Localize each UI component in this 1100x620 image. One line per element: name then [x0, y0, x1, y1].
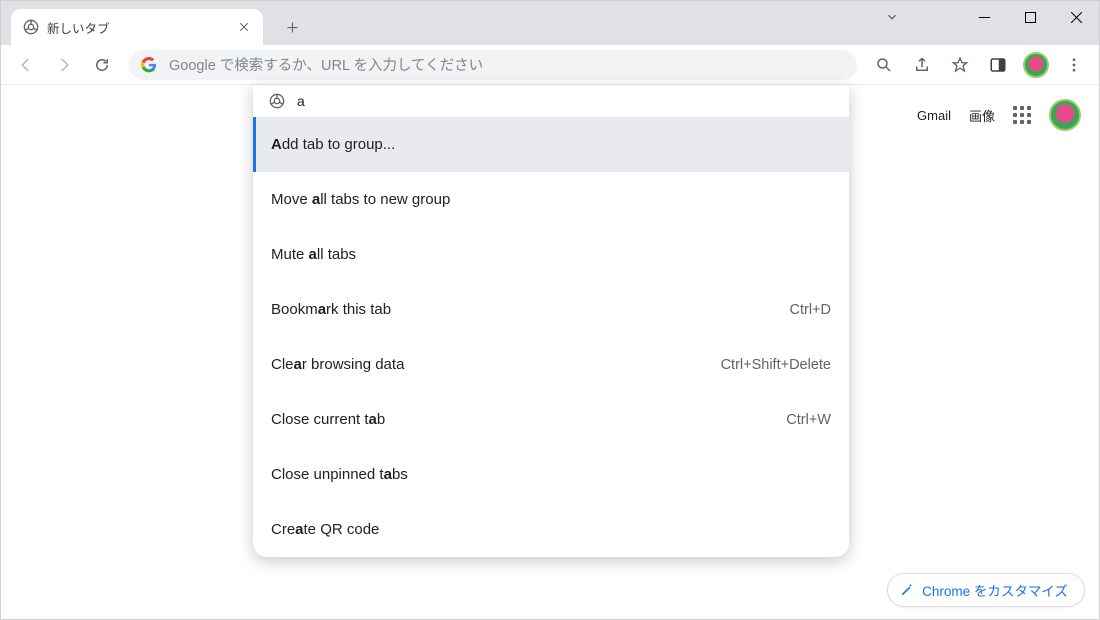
suggestion-item[interactable]: Mute all tabs: [253, 227, 849, 282]
chrome-small-icon: [269, 93, 285, 109]
reload-button[interactable]: [85, 48, 119, 82]
omnibox-typed-text: a: [297, 93, 305, 109]
forward-button[interactable]: [47, 48, 81, 82]
suggestion-item[interactable]: Bookmark this tab Ctrl+D: [253, 282, 849, 337]
suggestion-label: Add tab to group...: [271, 136, 395, 153]
maximize-button[interactable]: [1007, 1, 1053, 33]
suggestion-item[interactable]: Create QR code: [253, 502, 849, 557]
suggestion-item[interactable]: Clear browsing data Ctrl+Shift+Delete: [253, 337, 849, 392]
suggestion-item[interactable]: Close unpinned tabs: [253, 447, 849, 502]
profile-button[interactable]: [1019, 48, 1053, 82]
suggestion-item[interactable]: Close current tab Ctrl+W: [253, 392, 849, 447]
tab-title: 新しいタブ: [47, 18, 110, 37]
tab-search-button[interactable]: [869, 1, 915, 33]
close-window-button[interactable]: [1053, 1, 1099, 33]
omnibox-dropdown: a Add tab to group... Move all tabs to ne…: [253, 85, 849, 557]
share-button[interactable]: [905, 48, 939, 82]
avatar-icon: [1023, 52, 1049, 78]
account-avatar[interactable]: [1049, 99, 1081, 131]
suggestion-label: Clear browsing data: [271, 356, 404, 373]
zoom-button[interactable]: [867, 48, 901, 82]
suggestion-label: Close unpinned tabs: [271, 466, 408, 483]
omnibox-typed-row[interactable]: a: [253, 85, 849, 117]
tab-strip: 新しいタブ: [1, 1, 1099, 45]
images-link[interactable]: 画像: [969, 106, 995, 125]
toolbar: Google で検索するか、URL を入力してください: [1, 45, 1099, 85]
customize-chrome-button[interactable]: Chrome をカスタマイズ: [887, 573, 1085, 607]
chrome-menu-button[interactable]: [1057, 48, 1091, 82]
google-apps-button[interactable]: [1013, 106, 1031, 124]
bookmark-button[interactable]: [943, 48, 977, 82]
customize-label: Chrome をカスタマイズ: [922, 580, 1068, 600]
suggestion-label: Bookmark this tab: [271, 301, 391, 318]
window-controls: [961, 1, 1099, 33]
tab-close-button[interactable]: [235, 18, 253, 36]
suggestion-item[interactable]: Add tab to group...: [253, 117, 849, 172]
omnibox[interactable]: Google で検索するか、URL を入力してください: [129, 50, 857, 80]
ntp-top-right: Gmail 画像: [917, 99, 1081, 131]
suggestion-label: Mute all tabs: [271, 246, 356, 263]
suggestion-list: Add tab to group... Move all tabs to new …: [253, 117, 849, 557]
suggestion-label: Close current tab: [271, 411, 385, 428]
suggestion-label: Move all tabs to new group: [271, 191, 450, 208]
suggestion-shortcut: Ctrl+W: [786, 412, 831, 428]
browser-window: 新しいタブ Google: [0, 0, 1100, 620]
side-panel-button[interactable]: [981, 48, 1015, 82]
minimize-button[interactable]: [961, 1, 1007, 33]
suggestion-label: Create QR code: [271, 521, 379, 538]
omnibox-placeholder: Google で検索するか、URL を入力してください: [169, 54, 483, 75]
new-tab-button[interactable]: [277, 12, 307, 42]
suggestion-shortcut: Ctrl+Shift+Delete: [721, 357, 831, 373]
back-button[interactable]: [9, 48, 43, 82]
pencil-icon: [900, 583, 914, 597]
tab-new-tab[interactable]: 新しいタブ: [11, 9, 263, 45]
google-g-icon: [141, 57, 157, 73]
suggestion-shortcut: Ctrl+D: [790, 302, 832, 318]
gmail-link[interactable]: Gmail: [917, 108, 951, 123]
suggestion-item[interactable]: Move all tabs to new group: [253, 172, 849, 227]
chrome-favicon-icon: [23, 19, 39, 35]
